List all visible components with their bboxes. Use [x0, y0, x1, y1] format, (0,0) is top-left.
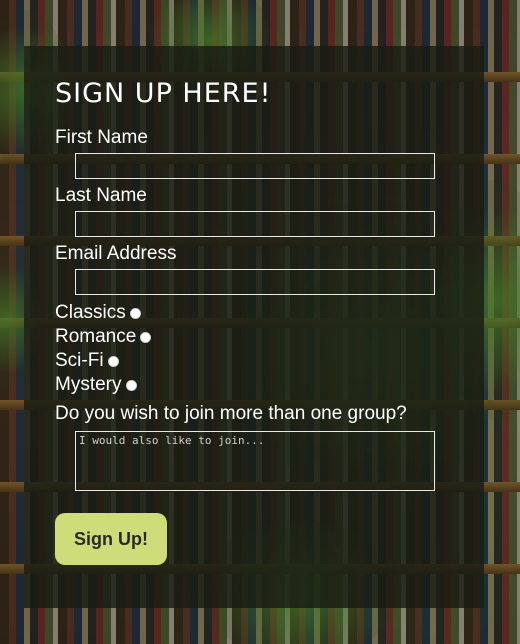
first-name-label: First Name	[55, 127, 148, 148]
sign-up-button[interactable]: Sign Up!	[55, 513, 167, 565]
genre-label-scifi: Sci-Fi	[55, 350, 104, 371]
genre-option-romance: Romance	[55, 325, 453, 349]
multiple-groups-question: Do you wish to join more than one group?	[55, 403, 407, 424]
form-title: SIGN UP HERE!	[55, 78, 272, 109]
first-name-input[interactable]	[75, 153, 435, 179]
scifi-radio[interactable]	[107, 355, 119, 367]
genre-label-mystery: Mystery	[55, 374, 122, 395]
email-input[interactable]	[75, 269, 435, 295]
email-label: Email Address	[55, 243, 177, 264]
genre-label-classics: Classics	[55, 302, 126, 323]
groups-textarea[interactable]	[75, 431, 435, 491]
classics-radio[interactable]	[129, 307, 141, 319]
genre-option-scifi: Sci-Fi	[55, 349, 453, 373]
genre-label-romance: Romance	[55, 326, 137, 347]
mystery-radio[interactable]	[125, 379, 137, 391]
genre-option-mystery: Mystery	[55, 373, 453, 397]
romance-radio[interactable]	[140, 331, 152, 343]
genre-option-classics: Classics	[55, 301, 453, 325]
last-name-input[interactable]	[75, 211, 435, 237]
signup-form-panel: SIGN UP HERE! First Name Last Name Email…	[24, 46, 484, 608]
last-name-label: Last Name	[55, 185, 147, 206]
